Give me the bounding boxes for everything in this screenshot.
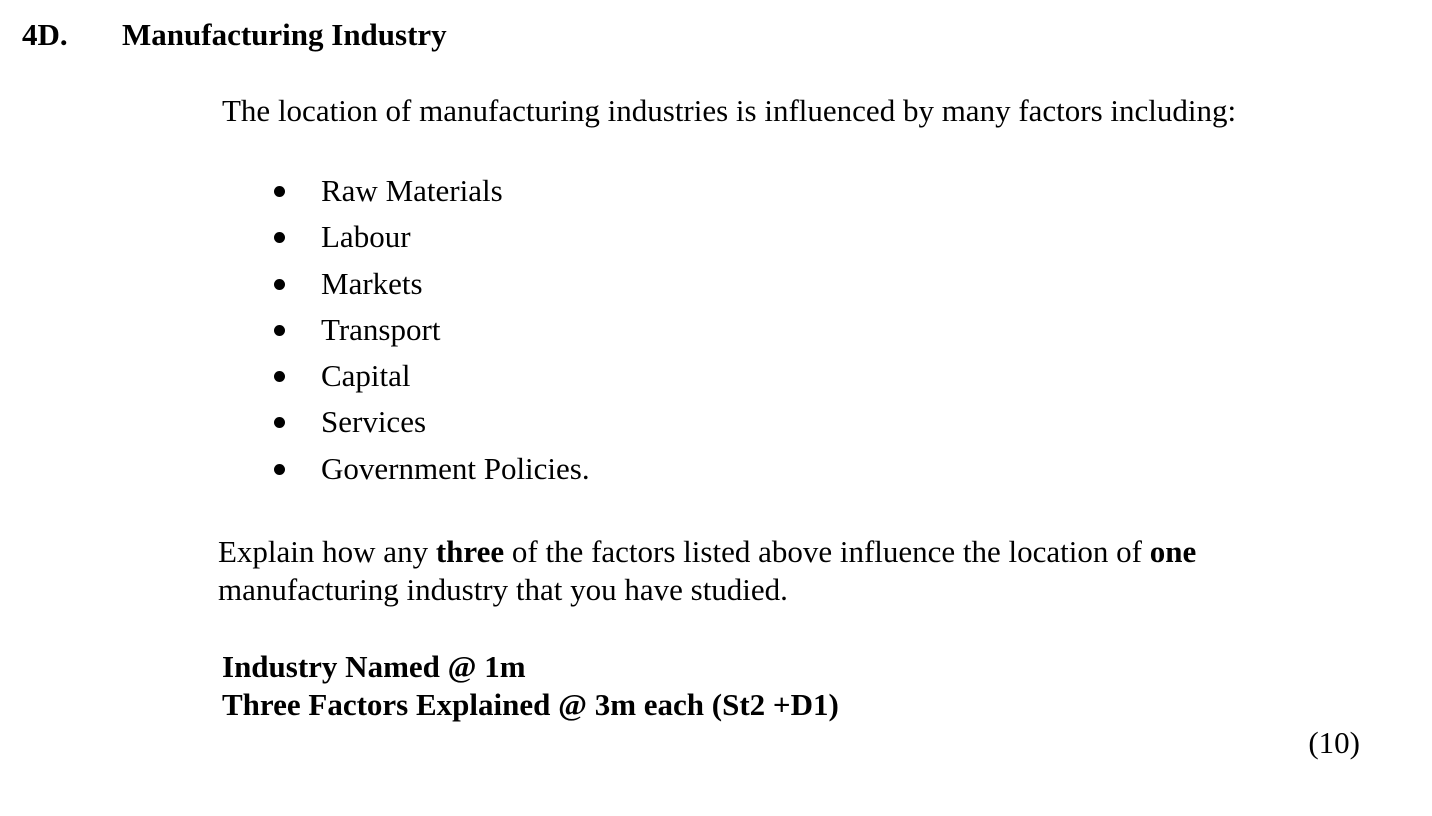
question-part-1: Explain how any (218, 534, 436, 569)
marking-line-factors: Three Factors Explained @ 3m each (St2 +… (222, 687, 839, 722)
marking-line-industry: Industry Named @ 1m (222, 649, 526, 684)
factor-label: Markets (321, 265, 423, 301)
bullet-icon (274, 232, 285, 244)
bullet-icon (274, 371, 285, 383)
marking-scheme: Industry Named @ 1m Three Factors Explai… (222, 648, 839, 724)
question-bold-one: one (1149, 534, 1197, 569)
factor-label: Labour (321, 219, 411, 255)
factor-label: Capital (321, 358, 411, 394)
bullet-icon (274, 186, 285, 197)
intro-text: The location of manufacturing industries… (222, 93, 1237, 128)
section-number: 4D. (22, 17, 68, 52)
question-line-1: Explain how any three of the factors lis… (218, 533, 1196, 571)
question-line-2: manufacturing industry that you have stu… (218, 572, 788, 607)
section-title: Manufacturing Industry (122, 17, 447, 52)
question-text: Explain how any three of the factors lis… (218, 533, 1196, 609)
question-part-2: of the factors listed above influence th… (504, 534, 1150, 569)
total-marks: (10) (1308, 725, 1360, 760)
factor-label: Transport (321, 311, 441, 347)
factor-label: Raw Materials (321, 173, 503, 208)
bullet-icon (274, 417, 285, 429)
bullet-icon (274, 463, 285, 475)
factor-label: Government Policies. (321, 450, 590, 486)
bullet-icon (274, 324, 285, 336)
question-bold-three: three (435, 534, 505, 569)
bullet-icon (274, 278, 285, 290)
factor-label: Services (321, 404, 427, 440)
